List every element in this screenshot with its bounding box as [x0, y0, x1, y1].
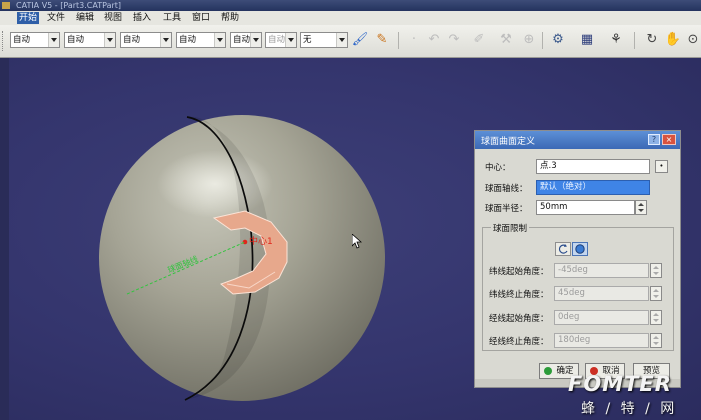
undo-icon[interactable]: ↶	[425, 31, 443, 49]
chevron-down-icon[interactable]	[104, 33, 115, 47]
window-title-bar: CATIA V5 - [Part3.CATPart]	[0, 0, 701, 11]
line-thickness-combo[interactable]: 自动	[120, 32, 172, 48]
dot-icon[interactable]: ·	[405, 31, 423, 49]
center-point-label: 中心1	[249, 235, 273, 247]
radius-spinner[interactable]	[635, 200, 647, 215]
ruler-icon[interactable]: ✐	[470, 31, 488, 49]
parallel-end-angle-field[interactable]: 45deg	[554, 286, 649, 301]
toolbar-grip[interactable]	[2, 31, 6, 51]
line-type-combo-value: 自动	[179, 35, 197, 45]
meridian-start-angle-label: 经线起始角度：	[489, 314, 549, 324]
analysis-icon[interactable]: ⚙	[549, 31, 567, 49]
close-icon[interactable]: ×	[662, 134, 676, 145]
point-symbol-combo-value: 自动	[233, 35, 251, 45]
lock-icon[interactable]: ⊕	[520, 31, 538, 49]
sphere-surface-definition-dialog: 球面曲面定义 ? × 中心： 点.3 • 球面轴线： 默认（绝对） 球面半径： …	[474, 130, 681, 388]
compass-icon[interactable]: ⚘	[607, 31, 625, 49]
menu-start[interactable]: 开始	[17, 12, 40, 24]
transparency-combo[interactable]: 自动	[64, 32, 116, 48]
layer-combo-value: 无	[303, 35, 312, 45]
tools-icon[interactable]: ⚒	[497, 31, 515, 49]
menu-tools[interactable]: 工具	[161, 12, 183, 24]
meridian-start-angle-spinner[interactable]	[650, 310, 662, 325]
full-sphere-icon	[575, 244, 585, 254]
sphere-axis-field[interactable]: 默认（绝对）	[536, 180, 650, 195]
pan-icon[interactable]: ✋	[664, 31, 682, 49]
menu-insert[interactable]: 插入	[131, 12, 153, 24]
center-field[interactable]: 点.3	[536, 159, 650, 174]
rendering-style-combo-value: 自动	[268, 35, 286, 45]
help-icon[interactable]: ?	[648, 134, 660, 145]
window-title: CATIA V5 - [Part3.CATPart]	[16, 1, 122, 10]
parallel-end-angle-spinner[interactable]	[650, 286, 662, 301]
chevron-down-icon[interactable]	[285, 33, 296, 47]
toolbar-separator	[542, 32, 543, 49]
menu-file[interactable]: 文件	[45, 12, 67, 24]
ok-icon	[544, 367, 552, 375]
color-combo[interactable]: 自动	[10, 32, 60, 48]
parallel-start-angle-field[interactable]: -45deg	[554, 263, 649, 278]
partial-sphere-icon	[558, 244, 568, 254]
rotate-icon[interactable]: ↻	[643, 31, 661, 49]
radius-field[interactable]: 50mm	[536, 200, 635, 215]
watermark-site: 蜂 / 特 / 网	[581, 401, 678, 417]
full-sphere-button[interactable]	[572, 242, 588, 256]
paint-brush-icon[interactable]: 🖌	[351, 31, 369, 49]
dialog-title: 球面曲面定义	[481, 137, 536, 147]
chevron-down-icon[interactable]	[48, 33, 59, 47]
point-symbol-combo[interactable]: 自动	[230, 32, 262, 48]
zoom-icon[interactable]: ⊙	[684, 31, 701, 49]
toolbar-separator	[634, 32, 635, 49]
layer-combo[interactable]: 无	[300, 32, 348, 48]
mouse-cursor-icon	[352, 234, 362, 249]
parallel-end-angle-label: 纬线终止角度：	[489, 290, 549, 300]
left-panel-edge	[0, 58, 9, 420]
chevron-down-icon[interactable]	[336, 33, 347, 47]
redo-icon[interactable]: ↷	[445, 31, 463, 49]
chevron-down-icon[interactable]	[160, 33, 171, 47]
radius-label: 球面半径：	[485, 204, 528, 214]
table-icon[interactable]: ▦	[578, 31, 596, 49]
line-type-combo[interactable]: 自动	[176, 32, 226, 48]
meridian-end-angle-field[interactable]: 180deg	[554, 333, 649, 348]
center-selector-button[interactable]: •	[655, 160, 668, 173]
chevron-down-icon[interactable]	[250, 33, 261, 47]
parallel-start-angle-spinner[interactable]	[650, 263, 662, 278]
menu-view[interactable]: 视图	[102, 12, 124, 24]
meridian-end-angle-spinner[interactable]	[650, 333, 662, 348]
graphic-properties-toolbar: 自动 自动 自动 自动 自动 自动 无 🖌 ✎ · ↶ ↷ ✐ ⚒ ⊕ ⚙ ▦ …	[0, 25, 701, 58]
watermark-brand: FOMTER	[568, 372, 672, 396]
menu-bar: 开始 文件 编辑 视图 插入 工具 窗口 帮助	[0, 11, 701, 26]
sphere-limits-legend: 球面限制	[491, 222, 530, 234]
line-thickness-combo-value: 自动	[123, 35, 141, 45]
color-combo-value: 自动	[13, 35, 31, 45]
chevron-down-icon[interactable]	[214, 33, 225, 47]
toolbar-separator	[398, 32, 399, 49]
axis-label: 球面轴线：	[485, 184, 528, 194]
parallel-start-angle-label: 纬线起始角度：	[489, 267, 549, 277]
partial-sphere-button[interactable]	[555, 242, 571, 256]
transparency-combo-value: 自动	[67, 35, 85, 45]
menu-help[interactable]: 帮助	[219, 12, 241, 24]
catia-app-icon	[2, 2, 10, 9]
dialog-title-bar[interactable]: 球面曲面定义 ? ×	[475, 131, 680, 149]
menu-edit[interactable]: 编辑	[74, 12, 96, 24]
menu-window[interactable]: 窗口	[190, 12, 212, 24]
meridian-end-angle-label: 经线终止角度：	[489, 337, 549, 347]
center-label: 中心：	[485, 163, 511, 173]
rendering-style-combo[interactable]: 自动	[265, 32, 297, 48]
meridian-start-angle-field[interactable]: 0deg	[554, 310, 649, 325]
painter-icon[interactable]: ✎	[373, 31, 391, 49]
